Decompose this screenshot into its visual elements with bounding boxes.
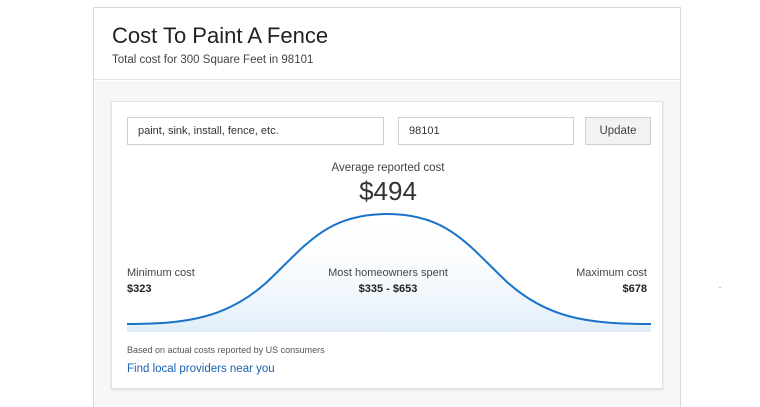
stray-dot xyxy=(719,287,721,288)
cost-estimator-panel: paint, sink, install, fence, etc. 98101 … xyxy=(111,101,663,389)
update-button[interactable]: Update xyxy=(585,117,651,145)
cost-card: Cost To Paint A Fence Total cost for 300… xyxy=(93,7,681,407)
card-header: Cost To Paint A Fence Total cost for 300… xyxy=(94,8,680,80)
maximum-cost-value: $678 xyxy=(622,283,647,295)
maximum-cost-label: Maximum cost xyxy=(576,267,647,279)
find-providers-link[interactable]: Find local providers near you xyxy=(127,363,275,375)
page-title: Cost To Paint A Fence xyxy=(112,23,329,48)
zip-code-input[interactable]: 98101 xyxy=(398,117,574,145)
page-subtitle: Total cost for 300 Square Feet in 98101 xyxy=(112,54,314,66)
average-cost-label: Average reported cost xyxy=(331,162,445,174)
typical-range-value: $335 - $653 xyxy=(358,283,418,295)
project-search-input[interactable]: paint, sink, install, fence, etc. xyxy=(127,117,384,145)
data-source-note: Based on actual costs reported by US con… xyxy=(127,345,325,355)
card-body: paint, sink, install, fence, etc. 98101 … xyxy=(94,81,680,407)
